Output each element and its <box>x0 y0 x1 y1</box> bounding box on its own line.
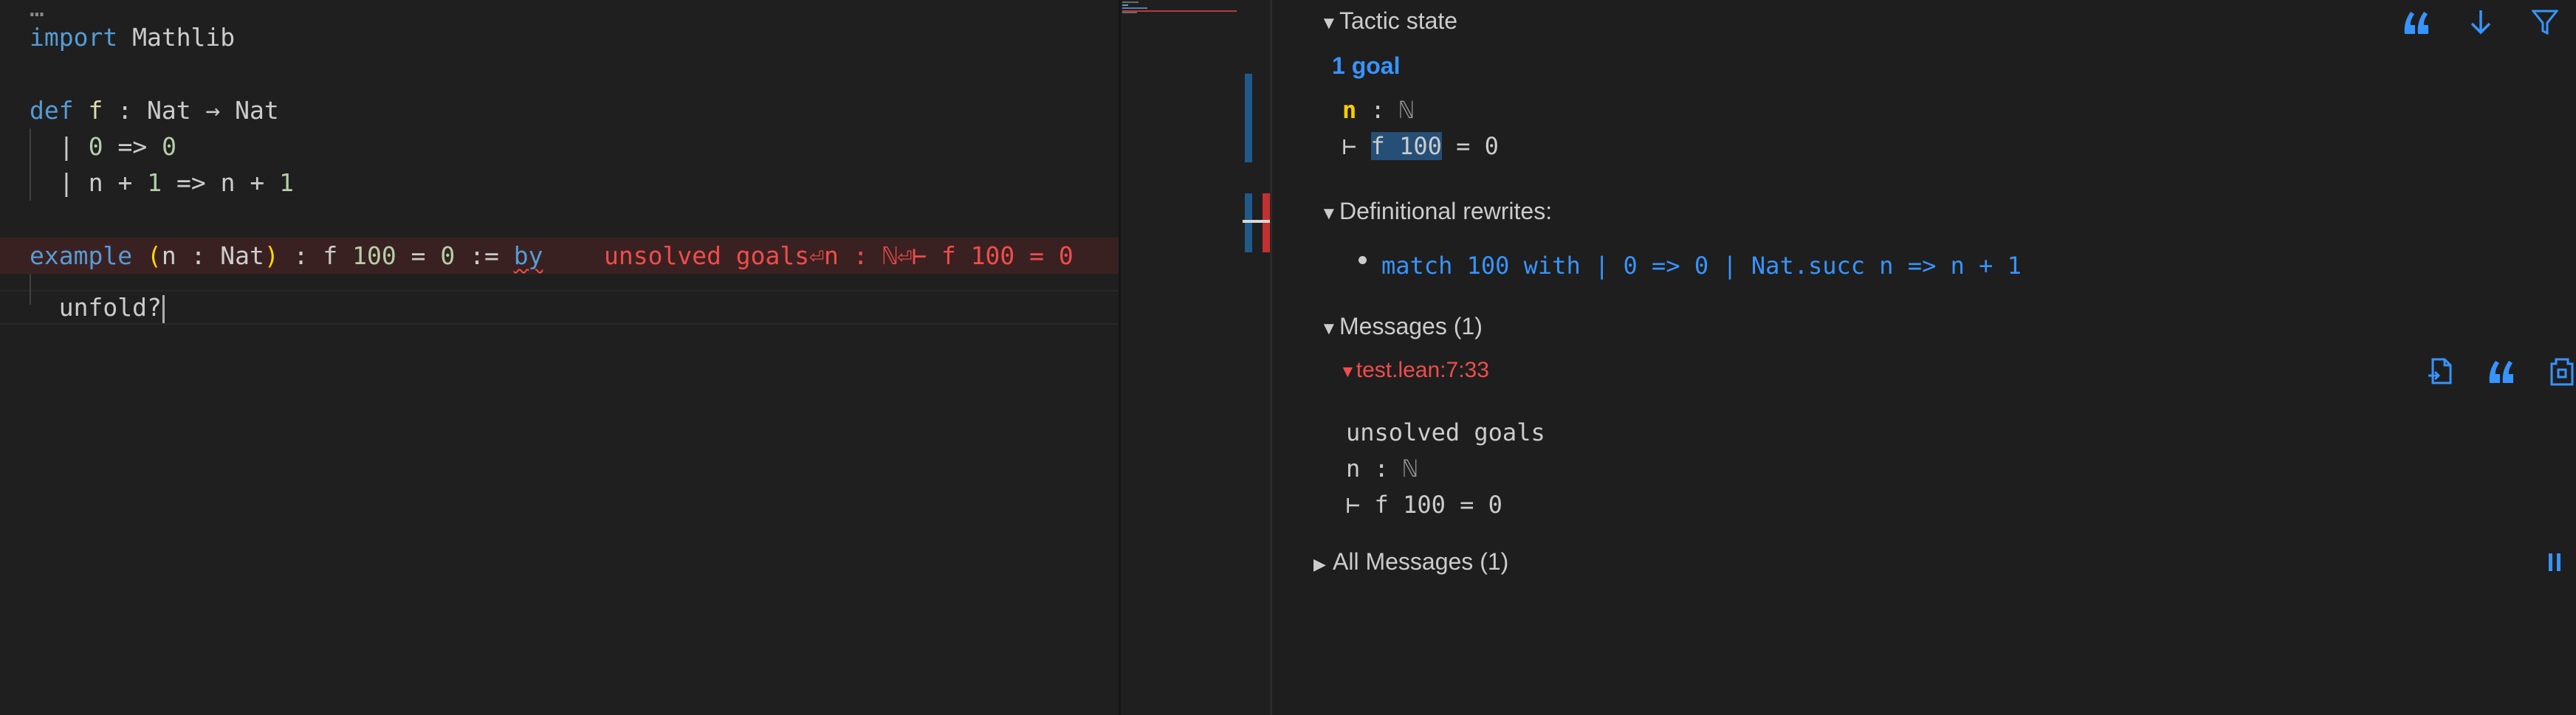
minimap-error-line <box>1122 10 1237 12</box>
minimap-line <box>1122 7 1147 9</box>
goal-highlighted-term[interactable]: f 100 <box>1370 132 1442 160</box>
code-line-def[interactable]: def f : Nat → Nat <box>0 92 1119 128</box>
minimap-line <box>1122 12 1137 13</box>
code-line-unfold[interactable]: unfold? <box>0 289 1119 325</box>
code-line-example[interactable]: example (n : Nat) : f 100 = 0 := by unso… <box>0 238 1119 274</box>
literal-100: 100 <box>352 241 396 270</box>
minimap-line <box>1122 4 1128 6</box>
message-hypothesis: n : ℕ <box>1346 455 1418 483</box>
result-one: 1 <box>279 168 294 197</box>
definitional-rewrites-title: Definitional rewrites: <box>1339 198 1553 224</box>
match-pipe: | <box>59 168 89 197</box>
eq-sign: = <box>396 241 441 270</box>
tactic-state-title: Tactic state <box>1339 7 1458 34</box>
binder: n : Nat <box>161 241 264 270</box>
definitional-rewrites-toggle[interactable]: ▼Definitional rewrites: <box>1320 198 1552 225</box>
turnstile: ⊢ <box>1342 132 1371 160</box>
indent-guide-by <box>30 274 31 305</box>
messages-title: Messages (1) <box>1339 313 1483 339</box>
expanded-triangle-icon: ▼ <box>1320 13 1338 33</box>
tactic-unfold: unfold? <box>30 293 162 322</box>
pin-icon[interactable] <box>2546 355 2576 387</box>
arrow-down-icon[interactable] <box>2465 6 2497 38</box>
expanded-triangle-icon: ▼ <box>1339 362 1356 381</box>
module-name: Mathlib <box>117 23 236 52</box>
keyword-example: example <box>30 241 133 270</box>
pattern-zero: 0 <box>88 132 103 161</box>
match-arrow-succ: => n + <box>162 168 280 197</box>
hyp-type[interactable]: ℕ <box>1399 96 1413 124</box>
expanded-triangle-icon: ▼ <box>1320 204 1338 224</box>
collapsed-triangle-icon: ▶ <box>1313 555 1326 573</box>
code-line-match-zero[interactable]: | 0 => 0 <box>0 128 1119 165</box>
message-location-toggle[interactable]: ▼test.lean:7:33 <box>1339 358 1489 383</box>
ruler-cursor-marker <box>1243 220 1272 223</box>
message-location-link[interactable]: test.lean:7:33 <box>1356 358 1489 382</box>
assign: := <box>455 241 514 270</box>
text-cursor <box>162 294 165 323</box>
minimap-line <box>1122 1 1138 3</box>
minimap[interactable] <box>1121 0 1243 715</box>
rewrite-suggestion-link[interactable]: match 100 with | 0 => 0 | Nat.succ n => … <box>1381 252 2022 280</box>
paren-open: ( <box>132 241 162 270</box>
bullet-icon <box>1359 256 1367 264</box>
goal[interactable]: ⊢ f 100 = 0 <box>1342 132 1499 160</box>
def-name: f <box>73 96 103 125</box>
lean-infoview: ▼Tactic state 1 goal n : ℕ ⊢ f 100 = 0 ▼… <box>1272 0 2576 715</box>
literal-0: 0 <box>440 241 456 270</box>
hyp-name[interactable]: n <box>1342 96 1356 124</box>
go-to-file-icon[interactable] <box>2425 355 2457 387</box>
hyp-sep: : <box>1356 96 1400 124</box>
example-type: : f <box>278 241 353 270</box>
goal-count: 1 goal <box>1332 52 1401 79</box>
message-line: unsolved goals <box>1346 418 1545 446</box>
keyword-def: def <box>30 96 74 125</box>
def-signature: : Nat → Nat <box>103 96 279 125</box>
messages-toggle[interactable]: ▼Messages (1) <box>1320 313 1483 340</box>
keyword-by-error[interactable]: by <box>514 241 543 270</box>
match-arrow: => <box>103 132 162 161</box>
overview-ruler[interactable] <box>1243 0 1272 715</box>
filter-icon[interactable] <box>2529 6 2561 38</box>
ruler-info-marker <box>1245 193 1252 252</box>
quote-icon[interactable] <box>2485 355 2518 387</box>
tactic-state-toggle[interactable]: ▼Tactic state <box>1320 7 1457 35</box>
inline-error-message[interactable]: unsolved goals⏎n : ℕ⏎⊢ f 100 = 0 <box>604 238 1074 274</box>
pattern-succ: n + <box>88 168 148 197</box>
pattern-one: 1 <box>147 168 162 197</box>
indent-guide <box>30 128 31 201</box>
message-body[interactable]: unsolved goals n : ℕ ⊢ f 100 = 0 <box>1346 415 1545 523</box>
match-pipe: | <box>59 132 89 161</box>
code-line-import[interactable]: import Mathlib <box>0 19 1119 55</box>
expanded-triangle-icon: ▼ <box>1320 319 1338 339</box>
quote-icon[interactable] <box>2400 6 2433 38</box>
paren-close: ) <box>264 241 279 270</box>
message-goal: ⊢ f 100 = 0 <box>1346 491 1502 519</box>
result-zero: 0 <box>162 132 176 161</box>
code-line-match-succ[interactable]: | n + 1 => n + 1 <box>0 165 1119 201</box>
hypothesis[interactable]: n : ℕ <box>1342 96 1413 124</box>
all-messages-toggle[interactable]: ▶ All Messages (1) <box>1313 548 1508 576</box>
pause-icon[interactable] <box>2538 546 2571 578</box>
goal-rest[interactable]: = 0 <box>1442 132 1499 160</box>
ruler-error-marker <box>1263 193 1270 252</box>
ruler-info-marker <box>1245 74 1252 162</box>
code-editor[interactable]: … import Mathlib def f : Nat → Nat | 0 =… <box>0 0 1119 715</box>
all-messages-title: All Messages (1) <box>1333 548 1509 575</box>
keyword-import: import <box>30 23 118 52</box>
